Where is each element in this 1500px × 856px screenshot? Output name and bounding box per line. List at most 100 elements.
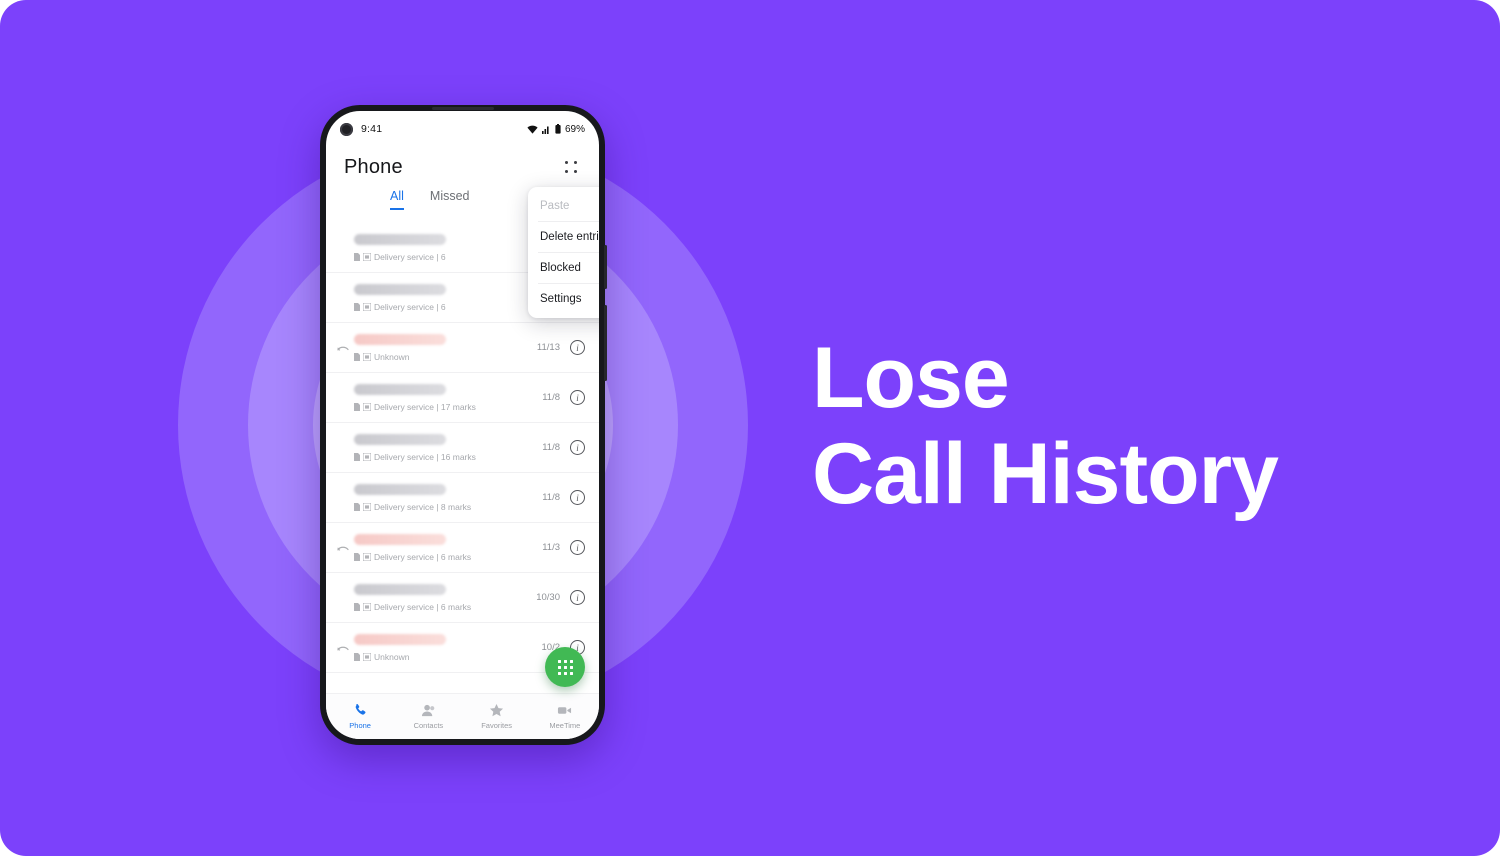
power-button[interactable] (604, 305, 607, 381)
call-row-subtitle: Delivery service | 6 marks (354, 552, 542, 562)
call-subtitle-text: Delivery service | 17 marks (374, 401, 476, 412)
tab-missed[interactable]: Missed (430, 189, 470, 208)
call-row-subtitle: Unknown (354, 352, 537, 362)
missed-call-indicator (336, 542, 350, 553)
call-details-info-icon[interactable]: i (570, 590, 585, 605)
overflow-menu-icon[interactable] (561, 157, 581, 177)
caller-name-redacted (354, 283, 446, 295)
document-icon (354, 402, 360, 411)
app-bar: Phone (326, 147, 599, 187)
headline-line-1: Lose (812, 330, 1010, 426)
call-row-content: Delivery service | 6 marks (354, 583, 536, 612)
call-details-info-icon[interactable]: i (570, 540, 585, 555)
phone-mockup: 9:41 69% Phone All Missed Delivery servi… (320, 105, 607, 745)
volume-button[interactable] (604, 245, 607, 289)
document-icon (354, 602, 360, 611)
call-row-subtitle: Delivery service | 16 marks (354, 452, 542, 462)
nav-item-favorites[interactable]: Favorites (463, 703, 531, 730)
sim-card-icon (363, 402, 371, 411)
nav-item-label: Phone (349, 721, 371, 730)
page-title: Phone (344, 155, 403, 178)
sim-card-icon (363, 652, 371, 661)
caller-name-redacted (354, 333, 446, 345)
headline-line-2: Call History (812, 426, 1279, 523)
nav-item-label: Contacts (413, 721, 444, 730)
call-history-row[interactable]: Unknown 11/13 i (326, 323, 599, 373)
menu-item-settings[interactable]: Settings (528, 284, 599, 314)
call-details-info-icon[interactable]: i (570, 340, 585, 355)
star-icon (489, 703, 504, 718)
nav-item-label: MeeTime (549, 721, 581, 730)
call-date: 11/13 (536, 342, 560, 353)
video-call-icon (557, 703, 572, 718)
call-details-info-icon[interactable]: i (570, 440, 585, 455)
call-history-row[interactable]: Delivery service | 6 marks 10/30 i (326, 573, 599, 623)
contacts-icon (421, 703, 436, 718)
call-date: 11/8 (542, 392, 560, 403)
battery-icon (555, 124, 561, 134)
document-icon (354, 352, 360, 361)
missed-call-icon (336, 546, 349, 551)
caller-name-redacted (354, 383, 446, 395)
cellular-signal-icon (541, 126, 549, 134)
call-row-content: Delivery service | 6 marks (354, 533, 542, 562)
call-subtitle-text: Delivery service | 16 marks (374, 451, 476, 462)
document-icon (354, 652, 360, 661)
document-icon (354, 502, 360, 511)
overflow-dropdown-menu[interactable]: Paste Delete entriesBlockedSettings (528, 187, 599, 318)
call-history-row[interactable]: Delivery service | 17 marks 11/8 i (326, 373, 599, 423)
menu-item-blocked[interactable]: Blocked (528, 253, 599, 283)
call-row-content: Unknown (354, 633, 542, 662)
call-history-row[interactable]: Delivery service | 6 marks 11/3 i (326, 523, 599, 573)
sim-card-icon (363, 502, 371, 511)
phone-screen: 9:41 69% Phone All Missed Delivery servi… (326, 111, 599, 739)
call-history-row[interactable]: Delivery service | 8 marks 11/8 i (326, 473, 599, 523)
nav-item-meetime[interactable]: MeeTime (531, 703, 599, 730)
call-row-content: Unknown (354, 333, 537, 362)
status-indicators: 69% (527, 124, 585, 135)
dialpad-fab-button[interactable] (545, 647, 585, 687)
promo-headline: Lose Call History (812, 330, 1412, 523)
call-row-content: Delivery service | 17 marks (354, 383, 542, 412)
sim-card-icon (363, 252, 371, 261)
battery-percent-label: 69% (564, 123, 585, 135)
call-subtitle-text: Delivery service | 6 marks (374, 551, 472, 562)
sim-card-icon (363, 352, 371, 361)
caller-name-redacted (354, 583, 446, 595)
front-camera-punch-hole (340, 122, 353, 136)
call-row-subtitle: Unknown (354, 652, 542, 662)
nav-item-label: Favorites (481, 721, 513, 730)
call-date: 10/30 (536, 592, 560, 603)
status-time: 9:41 (361, 123, 383, 135)
nav-item-phone[interactable]: Phone (326, 703, 394, 730)
call-date: 11/8 (542, 442, 560, 453)
call-row-subtitle: Delivery service | 17 marks (354, 402, 542, 412)
call-subtitle-text: Delivery service | 6 (374, 301, 446, 312)
sim-card-icon (363, 302, 371, 311)
menu-item-delete-entries[interactable]: Delete entries (528, 222, 599, 252)
caller-name-redacted (354, 433, 446, 445)
nav-item-contacts[interactable]: Contacts (394, 703, 462, 730)
earpiece-speaker (431, 107, 494, 110)
sim-card-icon (363, 552, 371, 561)
call-row-content: Delivery service | 8 marks (354, 483, 542, 512)
call-details-info-icon[interactable]: i (570, 390, 585, 405)
bottom-navigation-bar: Phone Contacts Favorites MeeTime (326, 693, 599, 739)
document-icon (354, 302, 360, 311)
missed-call-indicator (336, 342, 350, 353)
call-row-subtitle: Delivery service | 6 marks (354, 602, 536, 612)
call-date: 11/8 (542, 492, 560, 503)
document-icon (354, 252, 360, 261)
call-date: 11/3 (542, 542, 560, 553)
call-row-content: Delivery service | 16 marks (354, 433, 542, 462)
caller-name-redacted (354, 483, 446, 495)
wifi-icon (527, 125, 538, 134)
call-history-row[interactable]: Delivery service | 16 marks 11/8 i (326, 423, 599, 473)
caller-name-redacted (354, 633, 446, 645)
missed-call-icon (336, 346, 349, 351)
call-subtitle-text: Delivery service | 8 marks (374, 501, 472, 512)
caller-name-redacted (354, 533, 446, 545)
tab-all[interactable]: All (390, 189, 404, 210)
missed-call-icon (336, 646, 349, 651)
call-details-info-icon[interactable]: i (570, 490, 585, 505)
